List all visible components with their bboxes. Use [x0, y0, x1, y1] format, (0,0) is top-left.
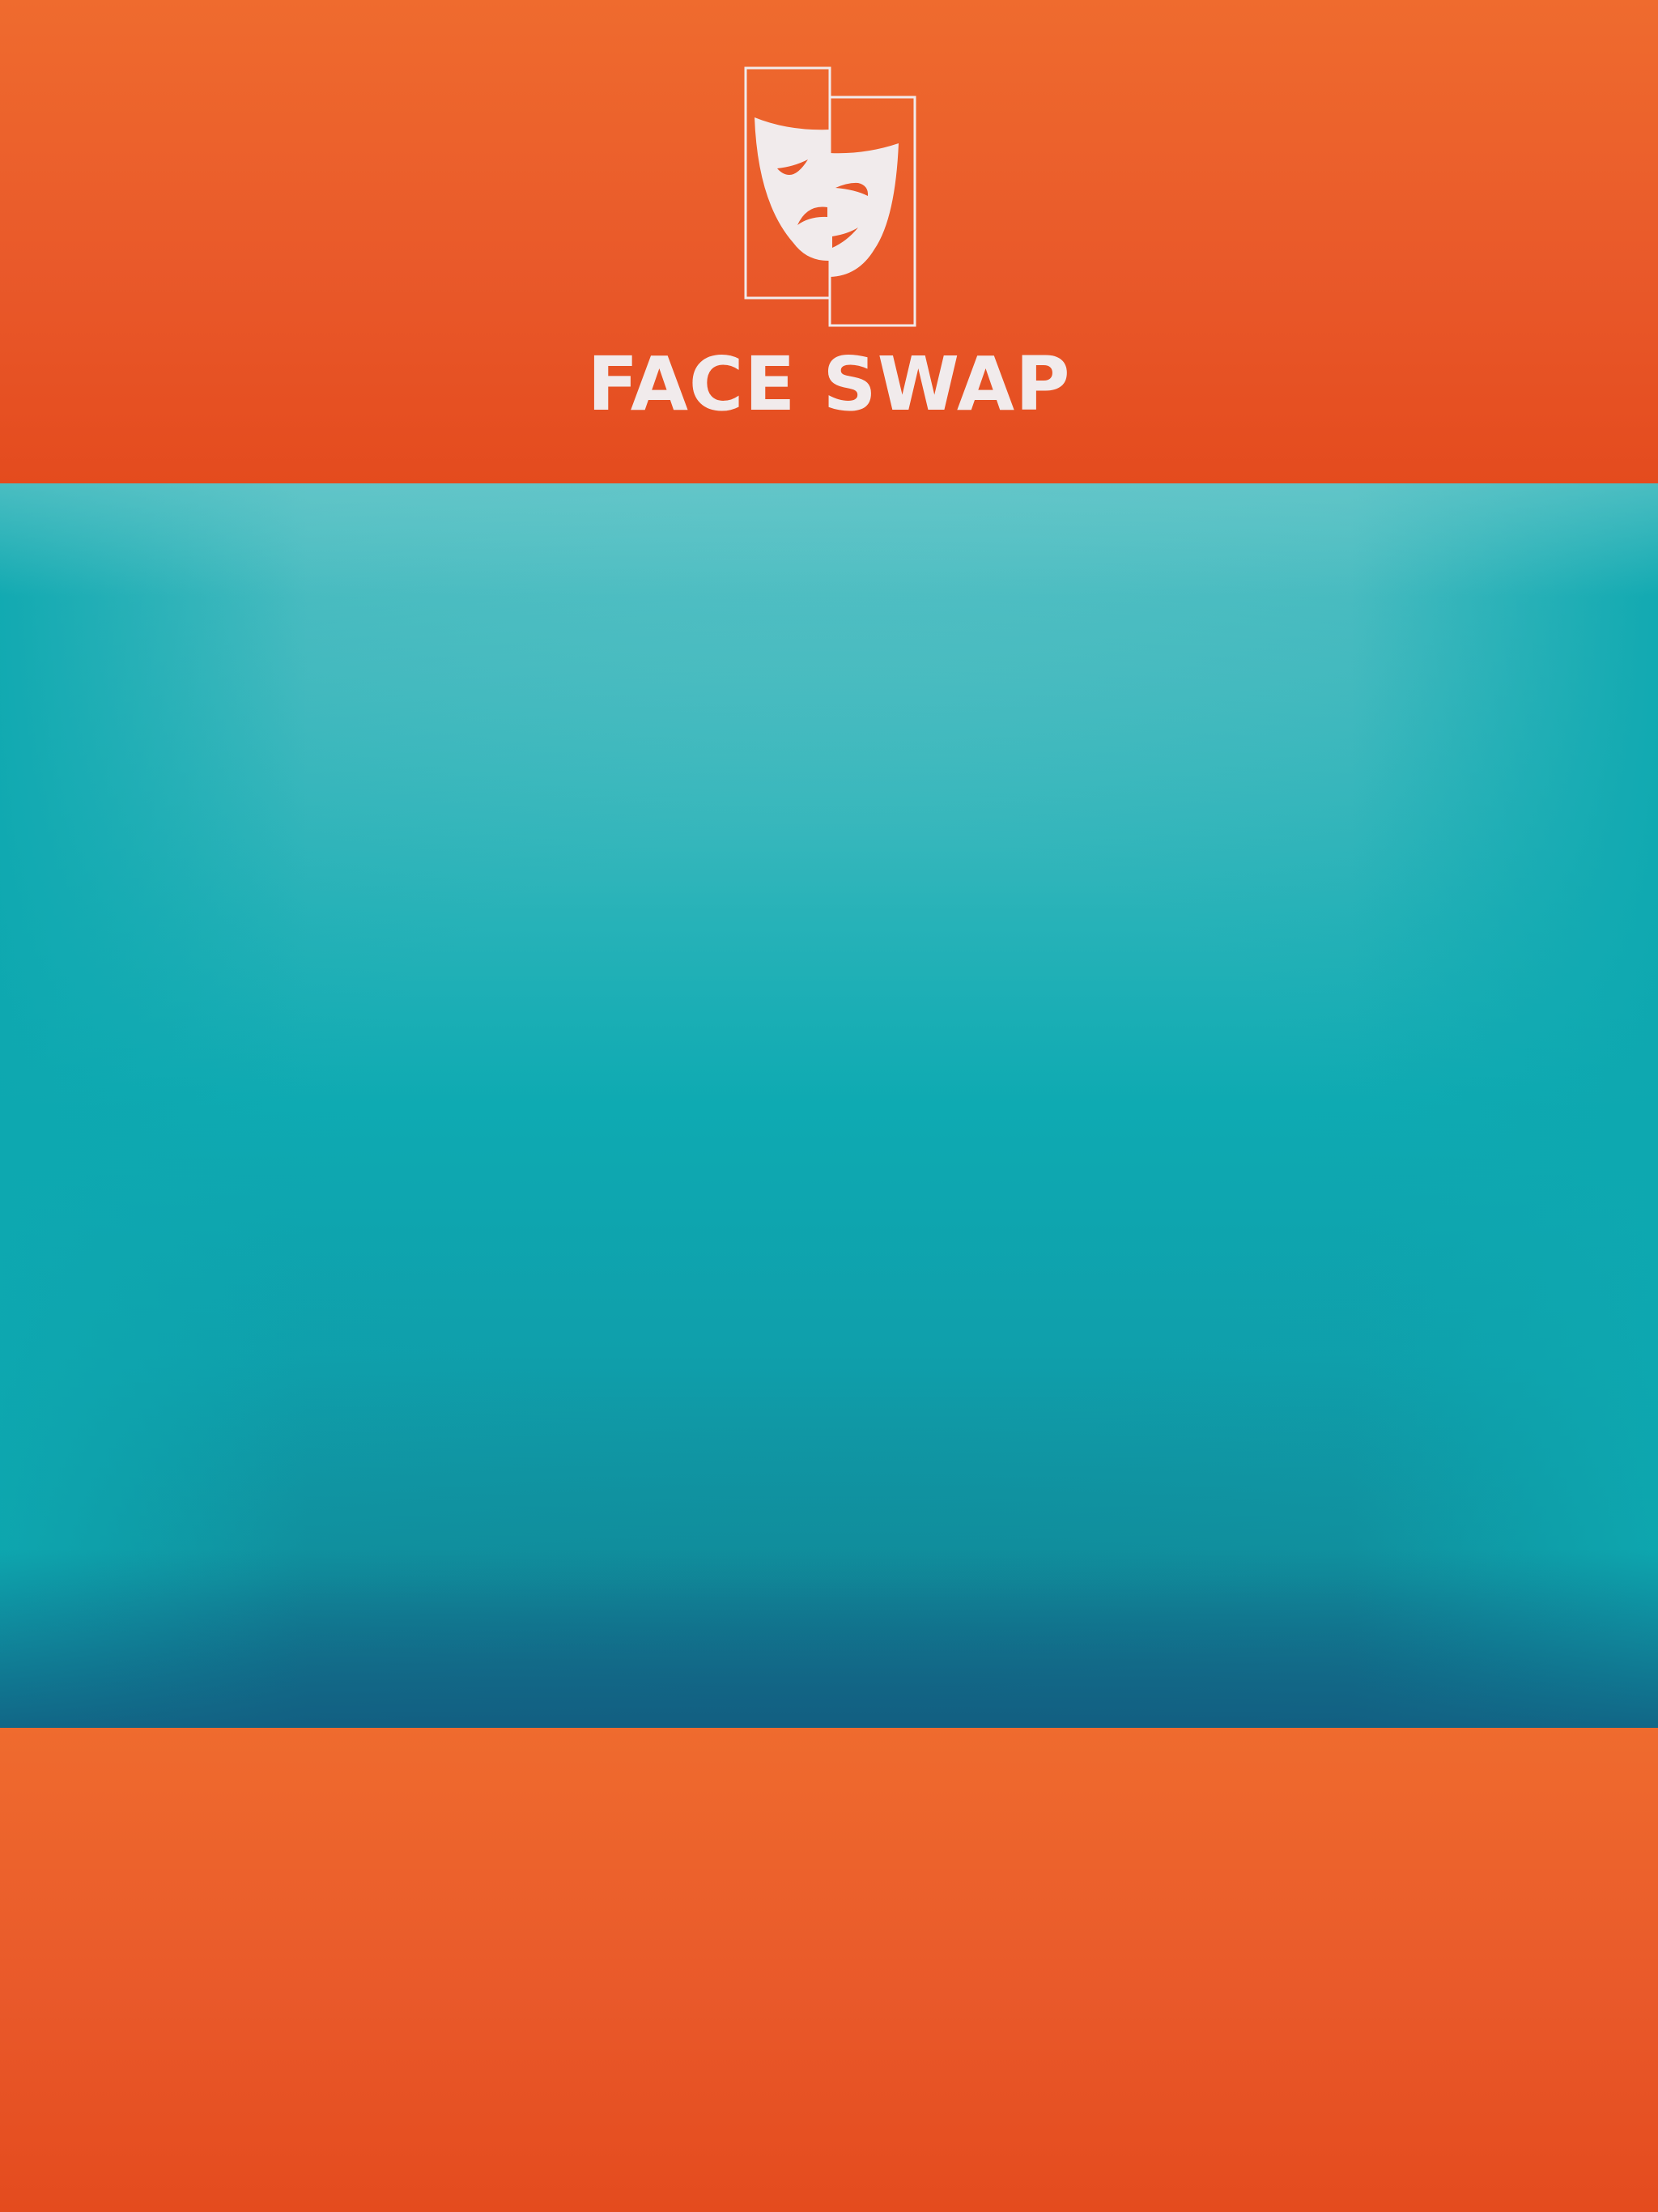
content-stage: [0, 483, 1658, 1728]
theater-masks-icon: [744, 66, 916, 327]
stage-bottom-shadow: [0, 1550, 1658, 1728]
app-header: FACE SWAP: [0, 0, 1658, 483]
app-screen: FACE SWAP: [0, 0, 1658, 2212]
stage-top-highlight: [0, 483, 1658, 597]
app-title: FACE SWAP: [587, 341, 1071, 428]
app-footer: [0, 1728, 1658, 2212]
